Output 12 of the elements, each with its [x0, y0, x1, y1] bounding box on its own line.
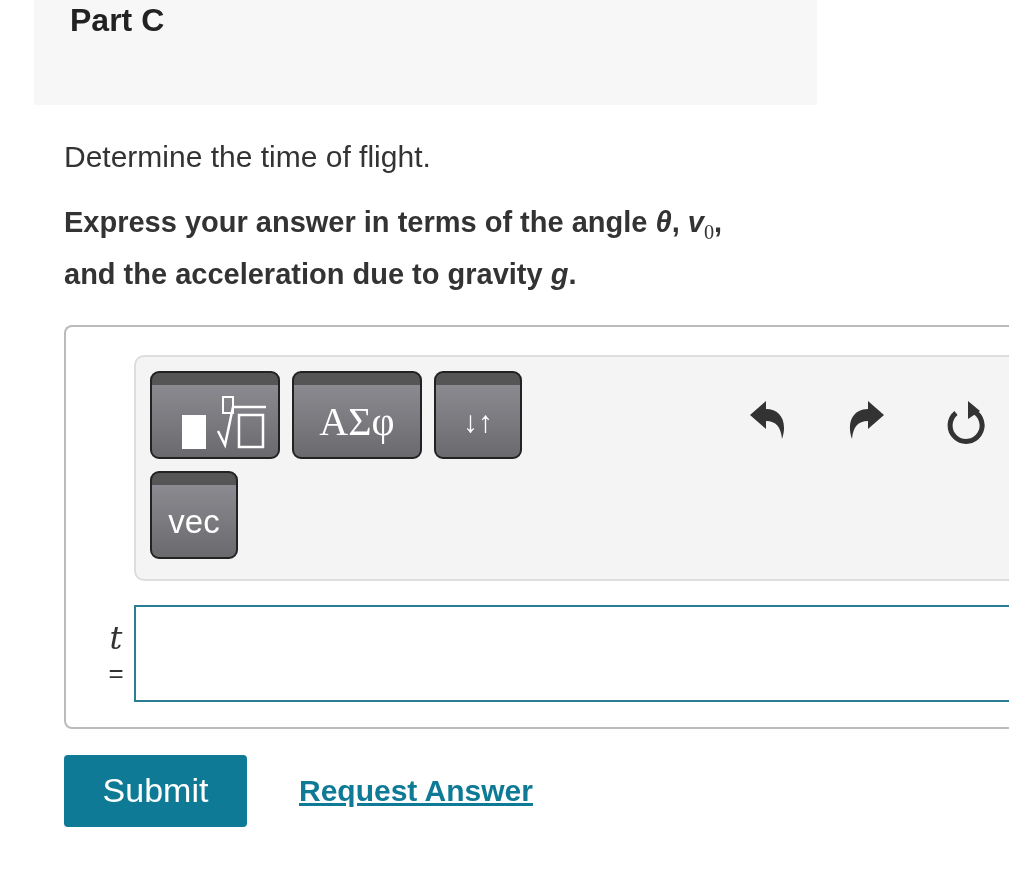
- equals-sign: =: [108, 658, 124, 689]
- templates-button[interactable]: [150, 370, 280, 459]
- answer-field[interactable]: [134, 604, 1009, 702]
- submit-button[interactable]: Submit: [64, 754, 247, 827]
- part-title: Part C: [69, 1, 166, 40]
- instruction-text: Express your answer in terms of the angle θ, v$_{0}$, and the acceleration due to gravity g.: [64, 205, 724, 292]
- arrows-button[interactable]: ↓↑: [434, 370, 522, 459]
- variable-label: t: [109, 618, 123, 659]
- question-prompt: Determine the time of flight.: [64, 139, 432, 175]
- vector-button[interactable]: vec: [150, 470, 238, 559]
- greek-letters-button[interactable]: ΑΣφ: [292, 370, 422, 459]
- request-answer-link[interactable]: Request Answer: [299, 773, 533, 808]
